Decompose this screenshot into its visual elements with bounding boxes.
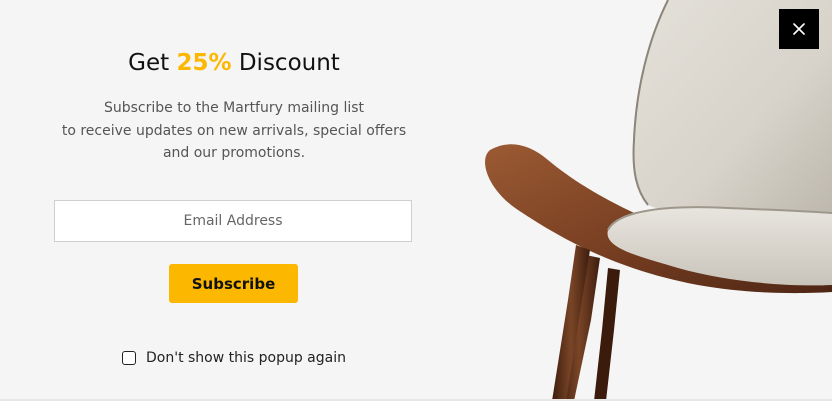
- dont-show-checkbox[interactable]: [122, 351, 136, 365]
- subscribe-button[interactable]: Subscribe: [169, 264, 298, 303]
- title-suffix: Discount: [231, 50, 340, 76]
- newsletter-popup: Get 25% Discount Subscribe to the Martfu…: [0, 0, 832, 401]
- description-line: to receive updates on new arrivals, spec…: [61, 122, 407, 139]
- email-input[interactable]: [54, 200, 412, 242]
- title-prefix: Get: [128, 50, 177, 76]
- popup-content: Get 25% Discount Subscribe to the Martfu…: [0, 0, 468, 401]
- close-button[interactable]: [779, 9, 819, 49]
- dont-show-label: Don't show this popup again: [146, 350, 346, 366]
- close-icon: [793, 23, 805, 35]
- dont-show-again-option[interactable]: Don't show this popup again: [122, 350, 346, 366]
- popup-description: Subscribe to the Martfury mailing list t…: [40, 97, 428, 165]
- discount-highlight: 25%: [176, 50, 232, 76]
- description-line: and our promotions.: [162, 145, 306, 161]
- description-line: Subscribe to the Martfury mailing list: [103, 100, 365, 116]
- chair-image: [485, 0, 832, 401]
- popup-title: Get 25% Discount: [0, 50, 468, 76]
